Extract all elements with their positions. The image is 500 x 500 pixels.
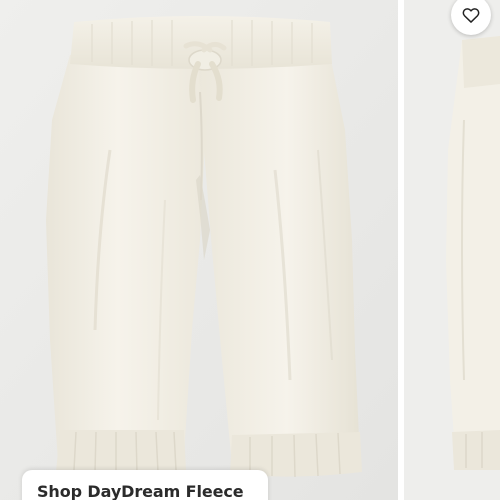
product-card[interactable]: Shop DayDream Fleece <box>0 0 398 500</box>
heart-icon <box>462 8 480 23</box>
product-image[interactable] <box>0 0 398 500</box>
next-product-card[interactable] <box>404 0 500 500</box>
product-carousel: Shop DayDream Fleece <box>0 0 500 500</box>
next-product-image[interactable] <box>404 0 500 500</box>
shop-fleece-label: Shop DayDream Fleece <box>37 482 244 500</box>
shop-fleece-button[interactable]: Shop DayDream Fleece <box>22 470 268 500</box>
